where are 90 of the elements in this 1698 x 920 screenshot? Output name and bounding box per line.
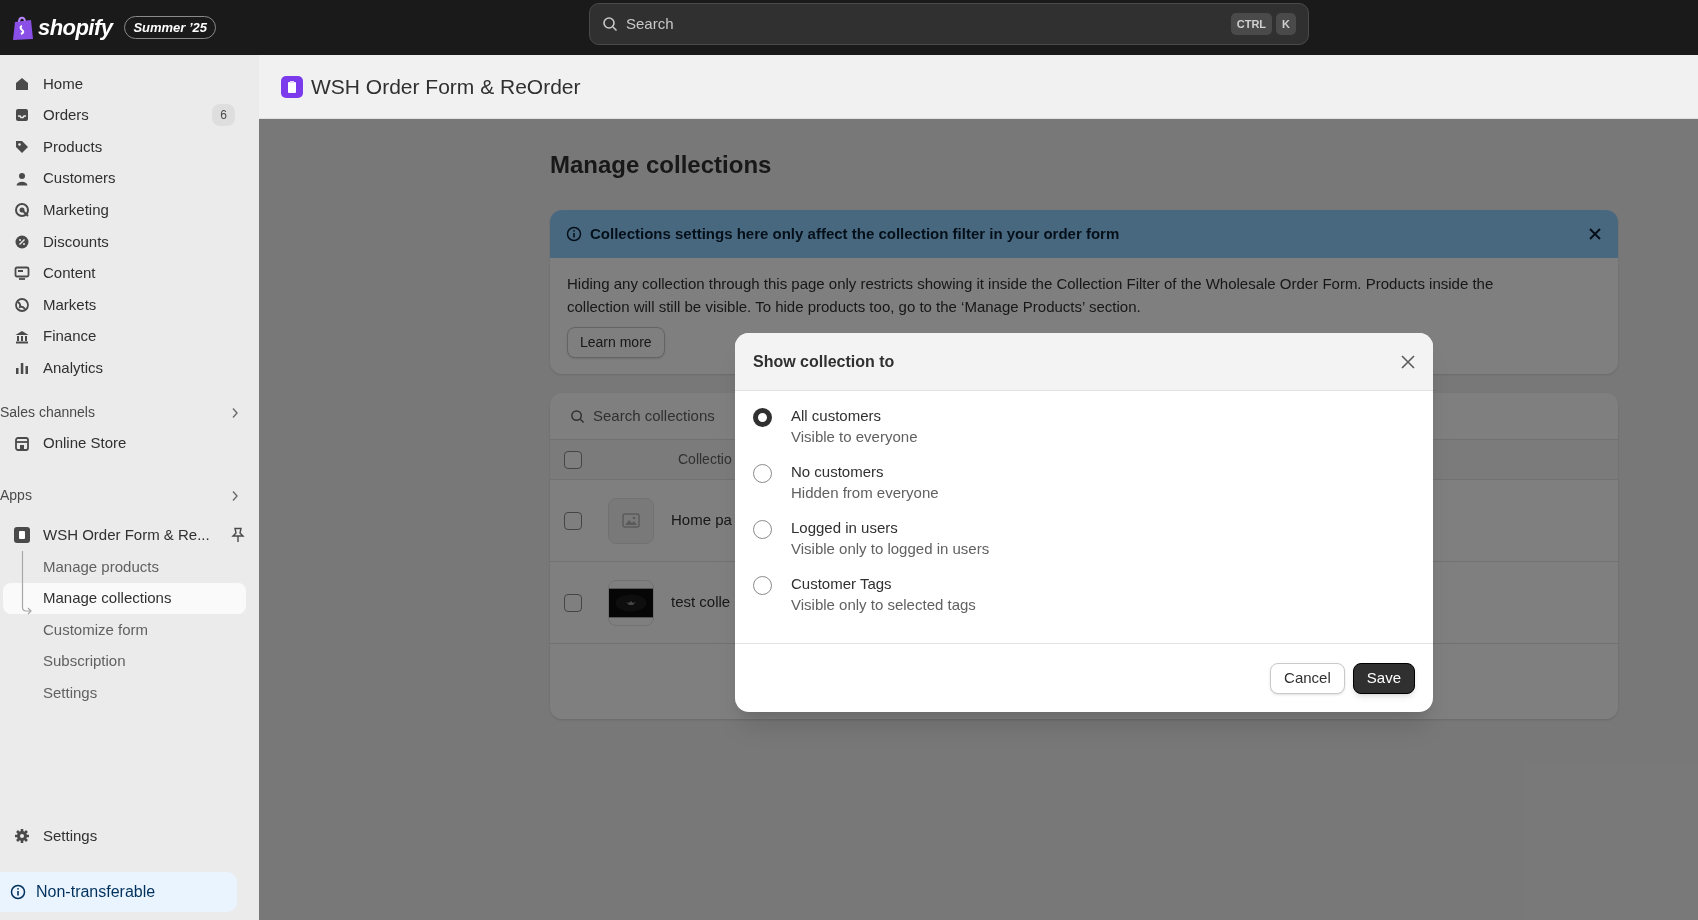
nav-item[interactable]: Analytics	[6, 352, 253, 384]
nav-item[interactable]: Orders 6	[6, 99, 253, 132]
nav-item[interactable]: Products	[6, 131, 253, 163]
collection-title: test colle	[671, 592, 731, 613]
nav-item[interactable]: Content	[6, 257, 253, 290]
section-heading: Sales channels	[0, 403, 95, 423]
tag-icon	[14, 139, 30, 155]
section-heading: Apps	[0, 486, 32, 506]
save-button[interactable]: Save	[1352, 662, 1415, 694]
nav-label: Finance	[43, 326, 98, 347]
nav-label: Marketing	[43, 199, 110, 220]
nav-item[interactable]: Discounts	[6, 225, 253, 258]
nav-label: Online Store	[43, 433, 128, 454]
nav-label: Analytics	[43, 357, 105, 378]
person-icon	[14, 170, 30, 187]
nav-label: Markets	[43, 294, 98, 315]
nav-label: WSH Order Form & Re...	[43, 525, 211, 546]
option-description: Visible only to logged in users	[791, 539, 990, 559]
radio-button[interactable]	[753, 464, 772, 483]
nav-label: Discounts	[43, 231, 110, 252]
image-placeholder-icon	[622, 513, 640, 528]
nav-item[interactable]: Finance	[6, 320, 253, 353]
option-label: Customer Tags	[791, 574, 893, 594]
bar-chart-icon	[14, 360, 30, 377]
option-label: No customers	[791, 462, 885, 482]
app-clipboard-icon	[14, 527, 30, 544]
dialog-title: Show collection to	[753, 351, 896, 372]
chevron-right-icon[interactable]	[231, 406, 239, 419]
select-all-checkbox[interactable]	[564, 450, 582, 469]
shopify-bag-icon	[12, 14, 34, 41]
cancel-button[interactable]: Cancel	[1270, 662, 1345, 694]
inbox-icon	[14, 107, 30, 124]
app-title: WSH Order Form & ReOrder	[311, 73, 581, 100]
nav-item[interactable]: Markets	[6, 289, 253, 321]
banner-title: Collections settings here only affect the collection filter in your order form	[590, 223, 1121, 244]
option-label: Logged in users	[791, 518, 899, 538]
nav-label: Orders	[43, 105, 90, 126]
nav-sub-item[interactable]: Customize form	[3, 614, 246, 646]
close-icon[interactable]	[1588, 227, 1602, 241]
radio-button[interactable]	[753, 408, 772, 427]
learn-more-button[interactable]: Learn more	[567, 327, 665, 358]
option-description: Visible only to selected tags	[791, 595, 976, 615]
nav-sub-item[interactable]: Settings	[3, 677, 246, 710]
search-icon	[570, 408, 585, 424]
notice-text: Non-transferable	[36, 882, 156, 902]
nav-item[interactable]: Customers	[6, 162, 253, 195]
storefront-icon	[14, 435, 30, 452]
row-checkbox[interactable]	[564, 593, 582, 612]
column-header: Collectio	[678, 450, 732, 469]
banner-text: Hiding any collection through this page only restricts showing it inside the Collection Filter of the Wholesale Order Form. Products inside the collection will still be visible. To hide products too, go to the ‘Manage Products’ section.	[567, 274, 1495, 317]
app-clipboard-icon	[281, 75, 303, 98]
row-checkbox[interactable]	[564, 511, 582, 530]
page-title: Manage collections	[550, 150, 773, 180]
close-icon[interactable]	[1401, 354, 1415, 369]
radio-button[interactable]	[753, 576, 772, 595]
home-icon	[14, 75, 30, 92]
globe-icon	[14, 296, 30, 313]
count-badge: 6	[212, 104, 235, 127]
info-icon	[10, 884, 26, 900]
target-icon	[14, 202, 30, 219]
chevron-right-icon[interactable]	[231, 489, 239, 502]
monitor-icon	[14, 265, 30, 282]
nav-item[interactable]: Home	[6, 68, 253, 100]
option-description: Visible to everyone	[791, 427, 918, 447]
nav-sub-item[interactable]: Manage products	[3, 551, 246, 583]
nav-item[interactable]: Online Store	[6, 427, 253, 460]
search-field[interactable]: Search CTRL K	[589, 3, 1309, 45]
nav-item[interactable]: WSH Order Form & Re...	[6, 519, 253, 552]
nav-label: Settings	[43, 825, 98, 846]
radio-button[interactable]	[753, 520, 772, 539]
collection-title: Home pa	[671, 510, 732, 531]
nav-item[interactable]: Settings	[6, 820, 253, 852]
nav-item[interactable]: Marketing	[6, 194, 253, 226]
nav-label: Home	[43, 73, 84, 94]
discount-badge-icon	[14, 233, 30, 250]
keyboard-key: K	[1276, 12, 1296, 36]
pin-icon[interactable]	[231, 527, 245, 544]
info-icon	[566, 226, 582, 242]
nav-sub-item[interactable]: Manage collections	[3, 582, 246, 615]
nav-label: Customers	[43, 168, 117, 189]
option-description: Hidden from everyone	[791, 483, 939, 503]
option-label: All customers	[791, 406, 883, 426]
bank-icon	[14, 328, 30, 345]
settings-icon	[14, 828, 30, 845]
nav-sub-item[interactable]: Subscription	[3, 645, 246, 678]
logo-wordmark: shopify	[38, 14, 113, 42]
keyboard-key: CTRL	[1230, 12, 1273, 36]
search-icon	[602, 16, 618, 32]
nav-label: Products	[43, 136, 104, 157]
nav-label: Content	[43, 263, 97, 284]
